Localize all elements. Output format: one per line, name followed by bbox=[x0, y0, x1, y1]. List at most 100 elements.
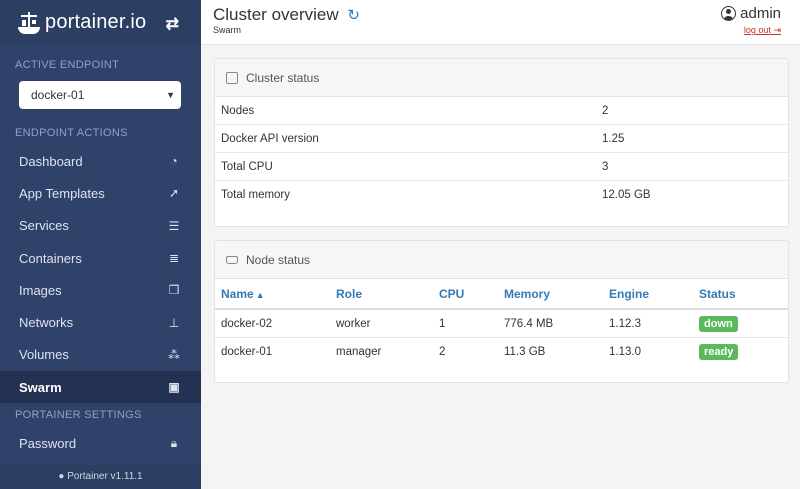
page-title: Cluster overview bbox=[213, 5, 339, 24]
endpoint-select[interactable]: docker-01 ▼ bbox=[19, 81, 181, 109]
row-key: Total memory bbox=[221, 189, 291, 201]
sidebar-item-label: Images bbox=[19, 282, 62, 298]
sidebar-item-containers[interactable]: Containers ≣ bbox=[0, 242, 201, 274]
row-value: 1.25 bbox=[602, 132, 625, 145]
refresh-icon[interactable]: ↻ bbox=[347, 7, 360, 24]
sidebar-item-label: Password bbox=[19, 436, 77, 452]
object-group-icon: ▣ bbox=[168, 380, 180, 395]
cell-name: docker-01 bbox=[221, 346, 273, 358]
sidebar-item-label: Networks bbox=[19, 315, 74, 331]
exchange-icon[interactable]: ⇄ bbox=[166, 14, 179, 34]
brand-name: portainer.io bbox=[45, 11, 147, 33]
column-label: Role bbox=[336, 286, 363, 301]
row-value: 12.05 GB bbox=[602, 189, 651, 201]
logout-label: log out bbox=[743, 25, 771, 35]
hdd-icon bbox=[226, 255, 238, 264]
sidebar-item-volumes[interactable]: Volumes ⁂ bbox=[0, 339, 201, 371]
sidebar-item-swarm[interactable]: Swarm ▣ bbox=[0, 371, 201, 404]
brand-bar: portainer.io ⇄ bbox=[0, 0, 201, 45]
sidebar-item-label: Services bbox=[19, 218, 69, 234]
row-value: 2 bbox=[602, 104, 609, 117]
column-label: Engine bbox=[609, 286, 650, 301]
table-row: docker-02 worker 1 776.4 MB 1.12.3 down bbox=[215, 310, 788, 338]
user-circle-icon bbox=[721, 6, 737, 21]
node-status-header: Node status bbox=[215, 241, 788, 279]
column-header-name[interactable]: Name ▲ bbox=[215, 287, 331, 301]
object-group-icon bbox=[226, 71, 238, 84]
logout-link[interactable]: log out ⇥ bbox=[744, 25, 781, 36]
column-header-cpu[interactable]: CPU bbox=[434, 287, 499, 301]
row-key: Total CPU bbox=[221, 160, 273, 173]
panel-title: Node status bbox=[246, 252, 311, 267]
table-row: docker-01 manager 2 11.3 GB 1.13.0 ready bbox=[215, 338, 788, 366]
page-header: Cluster overview ↻ Swarm admin log out ⇥ bbox=[201, 0, 800, 45]
row-value: 3 bbox=[602, 160, 609, 173]
cell-memory: 776.4 MB bbox=[504, 317, 554, 330]
table-row: Total memory 12.05 GB bbox=[215, 181, 788, 209]
cell-engine: 1.13.0 bbox=[609, 346, 641, 358]
panel-title: Cluster status bbox=[246, 70, 320, 85]
sign-out-icon: ⇥ bbox=[773, 25, 781, 35]
caret-down-icon: ▼ bbox=[166, 90, 175, 100]
breadcrumb: Swarm bbox=[213, 25, 242, 35]
column-header-memory[interactable]: Memory bbox=[499, 287, 604, 301]
cell-role: worker bbox=[336, 317, 371, 330]
cell-role: manager bbox=[336, 346, 382, 358]
sort-up-icon: ▲ bbox=[255, 289, 265, 300]
column-header-role[interactable]: Role bbox=[331, 287, 434, 301]
sidebar-item-label: Dashboard bbox=[19, 153, 83, 169]
cubes-icon: ⁂ bbox=[168, 347, 180, 362]
status-badge: down bbox=[699, 315, 738, 332]
sidebar-item-networks[interactable]: Networks ⊥ bbox=[0, 306, 201, 338]
clone-icon: ❐ bbox=[168, 283, 180, 298]
version-text: Portainer v1.11.1 bbox=[67, 471, 143, 482]
cluster-status-panel: Cluster status Nodes 2 Docker API versio… bbox=[214, 58, 789, 227]
sidebar-item-label: Volumes bbox=[19, 347, 69, 363]
list-alt-icon: ☰ bbox=[168, 218, 180, 233]
sidebar-item-label: Swarm bbox=[19, 379, 62, 395]
column-label: Name bbox=[221, 286, 254, 301]
sidebar: portainer.io ⇄ ACTIVE ENDPOINT docker-01… bbox=[0, 0, 201, 489]
cell-cpu: 1 bbox=[439, 317, 446, 330]
sidebar-footer: ● Portainer v1.11.1 bbox=[0, 465, 201, 489]
active-endpoint-heading: ACTIVE ENDPOINT bbox=[15, 59, 120, 71]
sidebar-item-dashboard[interactable]: Dashboard ◔ bbox=[0, 145, 201, 177]
server-icon: ≣ bbox=[168, 251, 180, 266]
column-label: Memory bbox=[504, 286, 551, 301]
column-header-status[interactable]: Status bbox=[694, 287, 736, 301]
username: admin bbox=[740, 5, 781, 22]
sidebar-item-images[interactable]: Images ❐ bbox=[0, 274, 201, 306]
sidebar-item-password[interactable]: Password 🔒︎ bbox=[0, 427, 201, 459]
column-header-engine[interactable]: Engine bbox=[604, 287, 694, 301]
user-info: admin bbox=[721, 5, 781, 22]
sidebar-item-services[interactable]: Services ☰ bbox=[0, 210, 201, 242]
cell-cpu: 2 bbox=[439, 346, 446, 358]
sitemap-icon: ⊥ bbox=[168, 315, 180, 330]
crane-logo-icon bbox=[18, 11, 40, 34]
row-key: Docker API version bbox=[221, 132, 319, 145]
sidebar-item-label: App Templates bbox=[19, 185, 105, 201]
page-title-row: Cluster overview ↻ bbox=[213, 5, 360, 25]
portainer-settings-heading: PORTAINER SETTINGS bbox=[15, 409, 142, 422]
node-status-panel: Node status Name ▲ Role CPU Memory Engine… bbox=[214, 240, 789, 383]
cell-engine: 1.12.3 bbox=[609, 317, 641, 330]
rocket-icon: ➚ bbox=[168, 186, 180, 201]
cell-name: docker-02 bbox=[221, 317, 273, 330]
endpoint-selected-value: docker-01 bbox=[31, 88, 85, 102]
column-label: CPU bbox=[439, 286, 465, 301]
row-key: Nodes bbox=[221, 104, 255, 117]
portainer-logo[interactable]: portainer.io bbox=[18, 11, 146, 34]
cell-status: ready bbox=[694, 344, 739, 360]
github-icon: ● bbox=[58, 471, 65, 482]
status-badge: ready bbox=[699, 344, 739, 360]
column-label: Status bbox=[699, 286, 736, 301]
table-row: Total CPU 3 bbox=[215, 153, 788, 181]
cell-memory: 11.3 GB bbox=[504, 346, 546, 358]
sidebar-item-app-templates[interactable]: App Templates ➚ bbox=[0, 177, 201, 209]
cluster-status-header: Cluster status bbox=[215, 59, 788, 97]
table-header: Name ▲ Role CPU Memory Engine Status bbox=[215, 279, 788, 310]
table-row: Nodes 2 bbox=[215, 97, 788, 125]
cell-status: down bbox=[694, 315, 738, 332]
table-row: Docker API version 1.25 bbox=[215, 125, 788, 153]
sidebar-item-label: Containers bbox=[19, 250, 82, 266]
